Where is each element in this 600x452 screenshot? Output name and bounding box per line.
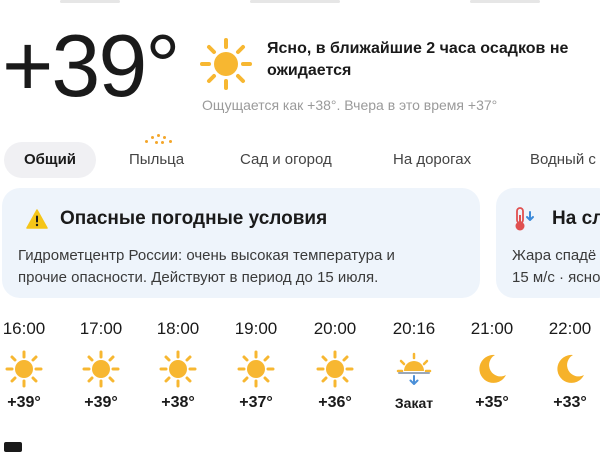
- condition-line-2: ожидается: [267, 62, 352, 79]
- alert-title: Опасные погодные условия: [60, 208, 328, 229]
- tab-roads[interactable]: На дорогах: [393, 142, 471, 178]
- sunset-icon: [396, 352, 432, 385]
- hour-temperature: +39°: [7, 394, 41, 411]
- sun-icon: [237, 350, 275, 388]
- sunset-label: Закат: [394, 395, 434, 411]
- hour-item[interactable]: 22:00 +33°: [540, 318, 600, 414]
- hour-time: 18:00: [156, 319, 200, 338]
- top-edge-fragments: [0, 0, 600, 4]
- hour-item-sunset[interactable]: 20:16 Закат: [384, 318, 444, 414]
- current-temperature: +39°: [2, 16, 180, 115]
- tab-water[interactable]: Водный с: [530, 142, 596, 178]
- moon-icon: [479, 354, 506, 383]
- hour-temperature: +38°: [161, 394, 195, 411]
- feels-like-text: Ощущается как +38°. Вчера в это время +3…: [202, 97, 498, 113]
- alert-text: Гидрометцентр России: очень высокая темп…: [18, 245, 395, 289]
- alert-text-line-2: прочие опасности. Действуют в период до …: [18, 269, 379, 286]
- hour-item[interactable]: 18:00 +38°: [148, 318, 208, 414]
- hourly-forecast: 16:00 +39° 17:00 +39° 18:00 +38° 19:00 +…: [0, 318, 600, 418]
- alert-text-next-line-1: Жара спадё: [512, 247, 597, 264]
- condition-line-1: Ясно, в ближайшие 2 часа осадков не: [267, 40, 569, 57]
- hour-time: 19:00: [234, 319, 278, 338]
- category-tabs: Общий Пыльца Сад и огород На дорогах Вод…: [0, 140, 600, 180]
- next-section-heading-fragment: [4, 442, 22, 452]
- hour-temperature: +33°: [553, 394, 587, 411]
- alert-text-line-1: Гидрометцентр России: очень высокая темп…: [18, 247, 395, 264]
- sun-icon: [200, 38, 252, 90]
- alert-card-next[interactable]: На сл Жара спадё 15 м/с · ясно: [496, 188, 600, 298]
- hour-time: 21:00: [470, 319, 514, 338]
- alert-card-dangerous-weather[interactable]: Опасные погодные условия Гидрометцентр Р…: [2, 188, 480, 298]
- hour-item[interactable]: 19:00 +37°: [226, 318, 286, 414]
- hour-time: 16:00: [2, 319, 46, 338]
- hour-time: 17:00: [79, 319, 123, 338]
- hour-temperature: +37°: [239, 394, 273, 411]
- hour-time: 20:16: [392, 319, 436, 338]
- tab-general[interactable]: Общий: [4, 142, 97, 178]
- hour-item[interactable]: 21:00 +35°: [462, 318, 522, 414]
- hour-temperature: +36°: [318, 394, 352, 411]
- hour-temperature: +39°: [84, 394, 118, 411]
- thermometer-icon: [515, 207, 534, 231]
- warning-icon: [26, 209, 48, 229]
- hour-time: 22:00: [548, 319, 592, 338]
- hour-temperature: +35°: [475, 394, 509, 411]
- weather-condition: Ясно, в ближайшие 2 часа осадков не ожид…: [267, 38, 600, 82]
- hour-time: 20:00: [313, 319, 357, 338]
- sun-icon: [316, 350, 354, 388]
- tab-pollen[interactable]: Пыльца: [129, 142, 184, 178]
- moon-icon: [557, 354, 584, 383]
- tab-garden[interactable]: Сад и огород: [240, 142, 332, 178]
- sun-icon: [159, 350, 197, 388]
- hour-item[interactable]: 20:00 +36°: [305, 318, 365, 414]
- alert-text-next-line-2: 15 м/с · ясно: [512, 269, 600, 286]
- alert-text-next: Жара спадё 15 м/с · ясно: [512, 245, 600, 289]
- hour-item[interactable]: 16:00 +39°: [0, 318, 54, 414]
- sun-icon: [5, 350, 43, 388]
- hour-item[interactable]: 17:00 +39°: [71, 318, 131, 414]
- sun-icon: [82, 350, 120, 388]
- alert-title-next: На сл: [552, 208, 600, 229]
